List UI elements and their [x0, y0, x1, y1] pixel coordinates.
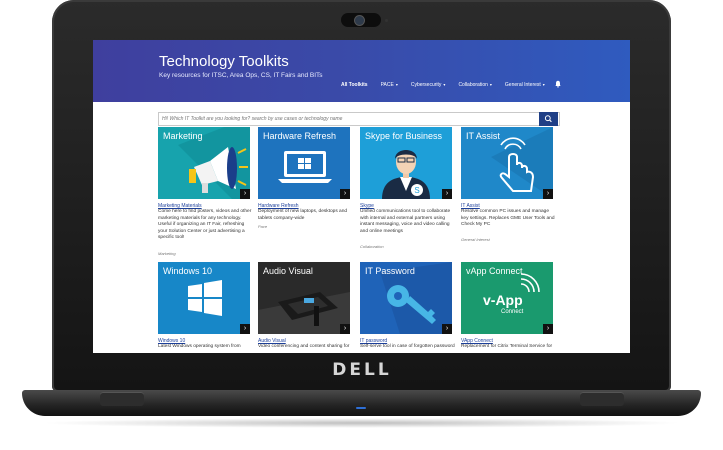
card-description: Unified communications tool to collabora… — [360, 209, 451, 234]
nav-item-general-interest[interactable]: General Interest ▾ — [505, 82, 545, 88]
card-description: Replacement for Citrix Terminal Service … — [461, 344, 553, 349]
card-tile-label: Hardware Refresh — [263, 131, 337, 141]
card-category: Marketing — [158, 251, 176, 256]
top-nav: All Toolkits PACE ▾ Cybersecurity ▾ Collab… — [341, 82, 558, 88]
toolkit-card-audio-visual[interactable]: Audio Visual › Audio Visual Video confer… — [258, 262, 350, 349]
card-tile: IT Assist › — [461, 127, 553, 199]
bell-icon[interactable] — [554, 80, 562, 88]
card-tile: S Skype for Business › — [360, 127, 452, 199]
chevron-down-icon: ▾ — [395, 82, 398, 87]
left-hinge — [100, 392, 144, 406]
toolkit-card-windows-10[interactable]: Windows 10 › Windows 10 Latest Windows o… — [158, 262, 250, 349]
search-box — [158, 112, 560, 126]
laptop-shadow — [40, 418, 683, 428]
card-description: Come here to find posters, videos and ot… — [158, 209, 252, 241]
chevron-right-icon[interactable]: › — [442, 324, 452, 334]
search-button[interactable] — [539, 112, 558, 126]
card-description: Self-serve tool in case of forgotten pas… — [360, 344, 455, 349]
toolkit-card-hardware-refresh[interactable]: Hardware Refresh › Hardware Refresh Depl… — [258, 127, 350, 229]
dell-logo: DELL — [332, 360, 392, 380]
card-tile: Audio Visual › — [258, 262, 350, 334]
search-icon — [544, 115, 552, 123]
chevron-down-icon: ▾ — [542, 82, 545, 87]
nav-item-collaboration[interactable]: Collaboration ▾ — [458, 82, 491, 88]
card-tile-label: Skype for Business — [365, 131, 443, 141]
power-led — [356, 407, 366, 409]
toolkit-card-it-password[interactable]: IT Password › IT password Self-serve too… — [360, 262, 455, 349]
hero-banner: Technology Toolkits Key resources for IT… — [93, 40, 630, 102]
card-tile: IT Password › — [360, 262, 452, 334]
page-subtitle: Key resources for ITSC, Area Ops, CS, IT… — [159, 72, 323, 79]
nav-item-label: All Toolkits — [341, 82, 368, 88]
nav-item-pace[interactable]: PACE ▾ — [381, 82, 398, 88]
chevron-right-icon[interactable]: › — [442, 189, 452, 199]
webcam-icon — [355, 16, 364, 25]
card-tile: v-App Connect vApp Connect › — [461, 262, 553, 334]
nav-item-label: General Interest — [504, 82, 541, 88]
card-tile-label: vApp Connect — [466, 266, 523, 276]
card-category: Collaboration — [360, 244, 384, 249]
chevron-right-icon[interactable]: › — [543, 189, 553, 199]
card-tile: Windows 10 › — [158, 262, 250, 334]
card-tile-label: IT Assist — [466, 131, 500, 141]
page-title: Technology Toolkits — [159, 53, 289, 70]
card-tile-label: Windows 10 — [163, 266, 213, 276]
chevron-right-icon[interactable]: › — [543, 324, 553, 334]
nav-item-cybersecurity[interactable]: Cybersecurity ▾ — [411, 82, 446, 88]
toolkit-card-marketing[interactable]: Marketing › Marketing Materials Come her… — [158, 127, 251, 256]
chevron-right-icon[interactable]: › — [240, 324, 250, 334]
vapp-logo-text: v-App — [483, 292, 523, 308]
card-description: Resolve common PC issues and manage key … — [461, 209, 555, 228]
nav-item-label: Collaboration — [458, 82, 488, 88]
card-description: Latest Windows operating system from — [158, 344, 241, 349]
card-tile-label: Audio Visual — [263, 266, 313, 276]
card-tile-label: IT Password — [365, 266, 415, 276]
card-description: Deployment of new laptops, desktops and … — [258, 209, 348, 221]
card-tile: Hardware Refresh › — [258, 127, 350, 199]
laptop-screen: Technology Toolkits Key resources for IT… — [93, 40, 630, 353]
nav-item-label: Cybersecurity — [410, 82, 442, 88]
toolkit-card-skype[interactable]: S Skype for Business › Skype Unified com… — [360, 127, 452, 249]
chevron-right-icon[interactable]: › — [240, 189, 250, 199]
nav-item-all-toolkits[interactable]: All Toolkits — [341, 82, 368, 88]
card-category: Pace — [258, 224, 268, 229]
chevron-down-icon: ▾ — [489, 82, 492, 87]
card-tile-label: Marketing — [163, 131, 203, 141]
toolkit-card-vapp-connect[interactable]: v-App Connect vApp Connect › VApp Connec… — [461, 262, 553, 349]
vapp-logo-subtext: Connect — [501, 309, 524, 315]
card-category: General Interest — [461, 237, 490, 242]
card-description: Video conferencing and content sharing f… — [258, 344, 350, 349]
right-hinge — [580, 392, 624, 406]
search-input[interactable] — [162, 113, 532, 125]
webcam-led — [385, 19, 388, 22]
nav-item-label: PACE — [380, 82, 394, 88]
chevron-right-icon[interactable]: › — [340, 189, 350, 199]
chevron-right-icon[interactable]: › — [340, 324, 350, 334]
toolkit-card-it-assist[interactable]: IT Assist › IT Assist Resolve common PC … — [461, 127, 555, 242]
card-tile: Marketing › — [158, 127, 250, 199]
svg-text:S: S — [414, 186, 419, 195]
chevron-down-icon: ▾ — [443, 82, 446, 87]
